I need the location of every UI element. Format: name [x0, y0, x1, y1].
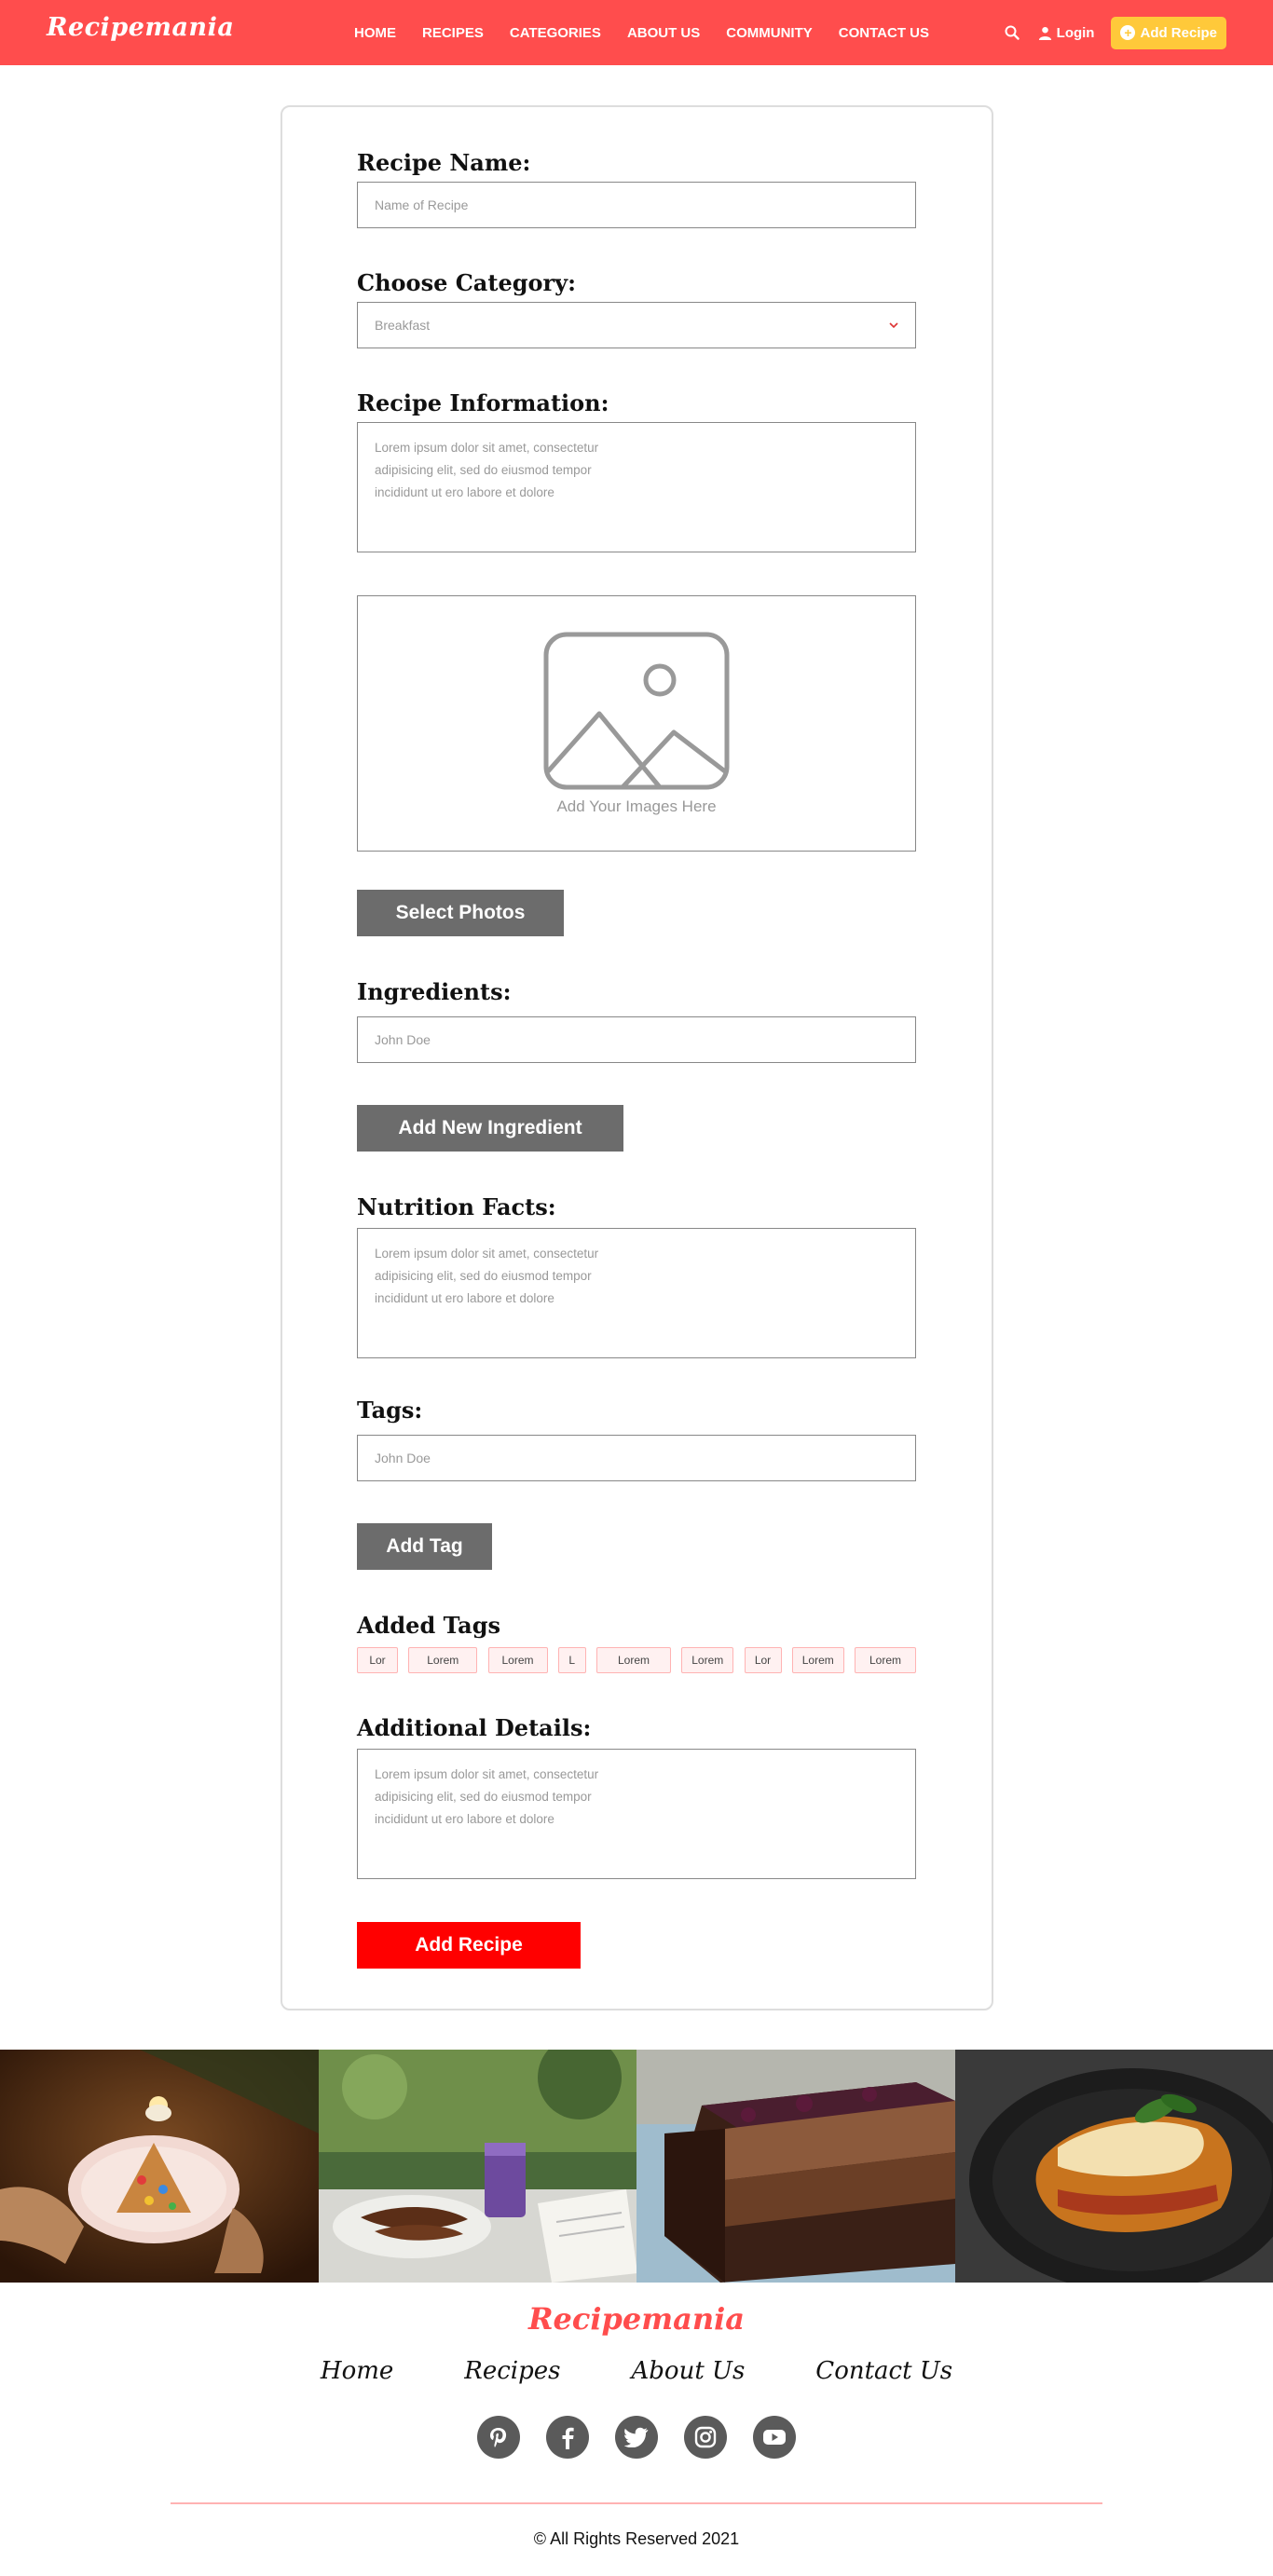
chocolate-cake-photo: [636, 2050, 955, 2283]
footer-link-about-us[interactable]: About Us: [632, 2357, 746, 2385]
main-nav: HOME RECIPES CATEGORIES ABOUT US COMMUNI…: [354, 0, 955, 65]
user-icon: [1038, 26, 1051, 40]
footer-link-home[interactable]: Home: [321, 2357, 393, 2385]
tag-chip[interactable]: Lorem: [487, 1647, 548, 1673]
grilled-meat-smoothie-photo: [318, 2050, 636, 2283]
additional-details-textarea[interactable]: Lorem ipsum dolor sit amet, consectetur …: [357, 1749, 916, 1879]
additional-details-label: Additional Details:: [357, 1714, 592, 1741]
added-tags-list: Lor Lorem Lorem L Lorem Lorem Lor Lorem …: [357, 1647, 916, 1675]
login-label: Login: [1056, 24, 1095, 41]
footer: Recipemania Home Recipes About Us Contac…: [0, 2283, 1273, 2571]
ingredient-input[interactable]: John Doe: [357, 1016, 916, 1063]
category-selected-value: Breakfast: [375, 318, 431, 333]
chevron-down-icon: [889, 319, 898, 332]
recipe-name-input[interactable]: Name of Recipe: [357, 182, 916, 228]
add-recipe-form-card: Recipe Name: Name of Recipe Choose Categ…: [281, 105, 993, 2010]
add-ingredient-button[interactable]: Add New Ingredient: [357, 1105, 623, 1152]
gingerbread-cookies-photo: [0, 2050, 319, 2283]
upload-hint-text: Add Your Images Here: [556, 797, 717, 815]
footer-divider: [171, 2502, 1102, 2504]
social-links: [0, 2416, 1273, 2459]
pinterest-icon[interactable]: [477, 2416, 520, 2459]
lasagna-photo: [954, 2050, 1273, 2283]
twitter-icon[interactable]: [615, 2416, 658, 2459]
instagram-icon[interactable]: [684, 2416, 727, 2459]
nav-link-recipes[interactable]: RECIPES: [422, 25, 484, 41]
select-photos-button[interactable]: Select Photos: [357, 890, 564, 936]
plus-circle-icon: +: [1120, 25, 1136, 40]
nav-link-about-us[interactable]: ABOUT US: [627, 25, 700, 41]
tags-label: Tags:: [357, 1397, 423, 1424]
nav-link-categories[interactable]: CATEGORIES: [510, 25, 601, 41]
category-select[interactable]: Breakfast: [357, 302, 916, 348]
nav-link-contact-us[interactable]: CONTACT US: [839, 25, 929, 41]
nav-link-home[interactable]: HOME: [354, 25, 396, 41]
recipe-name-label: Recipe Name:: [357, 149, 531, 176]
tag-chip[interactable]: Lorem: [791, 1647, 844, 1673]
nutrition-textarea[interactable]: Lorem ipsum dolor sit amet, consectetur …: [357, 1228, 916, 1358]
add-tag-button[interactable]: Add Tag: [357, 1523, 492, 1570]
recipe-info-textarea[interactable]: Lorem ipsum dolor sit amet, consectetur …: [357, 422, 916, 552]
added-tags-label: Added Tags: [357, 1612, 500, 1639]
brand-logo[interactable]: Recipemania: [47, 13, 234, 42]
nutrition-label: Nutrition Facts:: [357, 1193, 556, 1220]
image-placeholder-icon: [543, 632, 730, 789]
image-upload-area[interactable]: Add Your Images Here: [357, 595, 916, 852]
tag-chip[interactable]: Lor: [744, 1647, 782, 1673]
tag-chip[interactable]: L: [557, 1647, 586, 1673]
footer-nav: Home Recipes About Us Contact Us: [0, 2357, 1273, 2385]
search-icon[interactable]: [1001, 21, 1023, 44]
navbar: Recipemania HOME RECIPES CATEGORIES ABOU…: [0, 0, 1273, 65]
category-label: Choose Category:: [357, 269, 576, 296]
recipe-info-label: Recipe Information:: [357, 389, 609, 416]
tag-input[interactable]: John Doe: [357, 1435, 916, 1481]
add-recipe-submit-button[interactable]: Add Recipe: [357, 1922, 581, 1969]
tag-chip[interactable]: Lorem: [596, 1647, 671, 1673]
nav-link-community[interactable]: COMMUNITY: [726, 25, 813, 41]
footer-logo[interactable]: Recipemania: [0, 2301, 1273, 2337]
footer-link-contact-us[interactable]: Contact Us: [815, 2357, 952, 2385]
add-recipe-nav-label: Add Recipe: [1140, 24, 1217, 41]
copyright-text: © All Rights Reserved 2021: [533, 2529, 740, 2548]
add-recipe-nav-button[interactable]: + Add Recipe: [1111, 16, 1226, 49]
nav-actions: Login + Add Recipe: [1001, 0, 1226, 65]
tag-chip[interactable]: Lorem: [681, 1647, 734, 1673]
tag-chip[interactable]: Lorem: [408, 1647, 478, 1673]
ingredients-label: Ingredients:: [357, 978, 512, 1005]
footer-link-recipes[interactable]: Recipes: [464, 2357, 560, 2385]
facebook-icon[interactable]: [546, 2416, 589, 2459]
youtube-icon[interactable]: [753, 2416, 796, 2459]
login-button[interactable]: Login: [1038, 24, 1095, 41]
tag-chip[interactable]: Lor: [357, 1647, 398, 1673]
food-gallery: [0, 2050, 1273, 2283]
tag-chip[interactable]: Lorem: [855, 1647, 916, 1673]
